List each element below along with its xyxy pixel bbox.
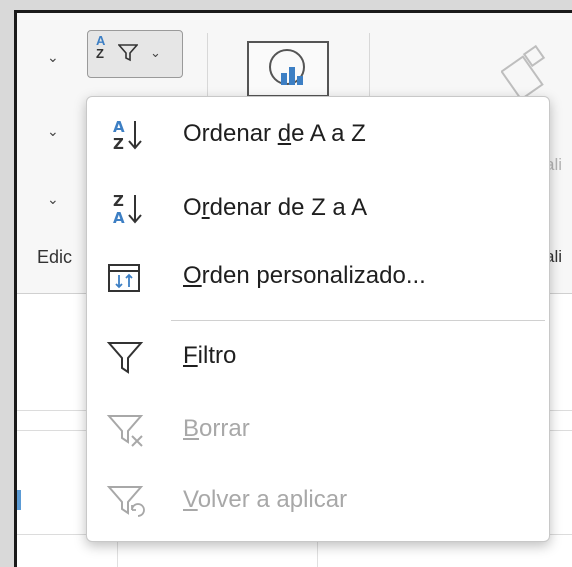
- menu-item-reapply: Volver a aplicar: [87, 471, 549, 531]
- clear-filter-icon: [106, 415, 144, 447]
- funnel-icon: [118, 44, 138, 62]
- chevron-down-icon: ⌄: [150, 45, 161, 60]
- chevron-down-icon[interactable]: ⌄: [47, 123, 59, 140]
- sort-ascending-icon: A Z: [113, 118, 142, 153]
- svg-text:Z: Z: [113, 135, 124, 153]
- svg-text:A: A: [113, 209, 125, 227]
- menu-item-filter[interactable]: Filtro: [87, 327, 549, 387]
- selected-cell-marker: [17, 490, 21, 510]
- menu-item-label: Orden personalizado...: [183, 262, 426, 289]
- menu-item-label: Volver a aplicar: [183, 486, 348, 513]
- sort-filter-menu: A Z Ordenar de A a Z Z A Ordenar de Z a …: [86, 96, 550, 542]
- filter-icon: [106, 342, 144, 374]
- menu-separator: [171, 320, 545, 321]
- sort-az-icon: A Z: [96, 33, 106, 61]
- sort-descending-icon: Z A: [113, 192, 142, 227]
- menu-item-sort-z-a[interactable]: Z A Ordenar de Z a A: [87, 179, 549, 239]
- chevron-down-icon[interactable]: ⌄: [47, 191, 59, 208]
- custom-sort-icon: [108, 264, 140, 292]
- menu-item-sort-a-z[interactable]: A Z Ordenar de A a Z: [87, 105, 549, 165]
- menu-item-label: Borrar: [183, 415, 250, 442]
- group-label-editing: Edic: [37, 247, 73, 267]
- add-ins-icon[interactable]: [501, 43, 551, 103]
- chevron-down-icon[interactable]: ⌄: [47, 49, 59, 66]
- svg-text:A: A: [113, 118, 125, 136]
- menu-item-label: Filtro: [183, 342, 237, 369]
- menu-item-custom-sort[interactable]: Orden personalizado...: [87, 247, 549, 307]
- menu-item-label: Ordenar de A a Z: [183, 120, 366, 147]
- analyze-data-icon[interactable]: [247, 41, 329, 97]
- sort-and-filter-button[interactable]: A Z ⌄: [87, 30, 183, 78]
- menu-item-label: Ordenar de Z a A: [183, 194, 368, 221]
- menu-item-clear: Borrar: [87, 400, 549, 460]
- reapply-filter-icon: [106, 486, 145, 517]
- svg-text:Z: Z: [113, 192, 124, 210]
